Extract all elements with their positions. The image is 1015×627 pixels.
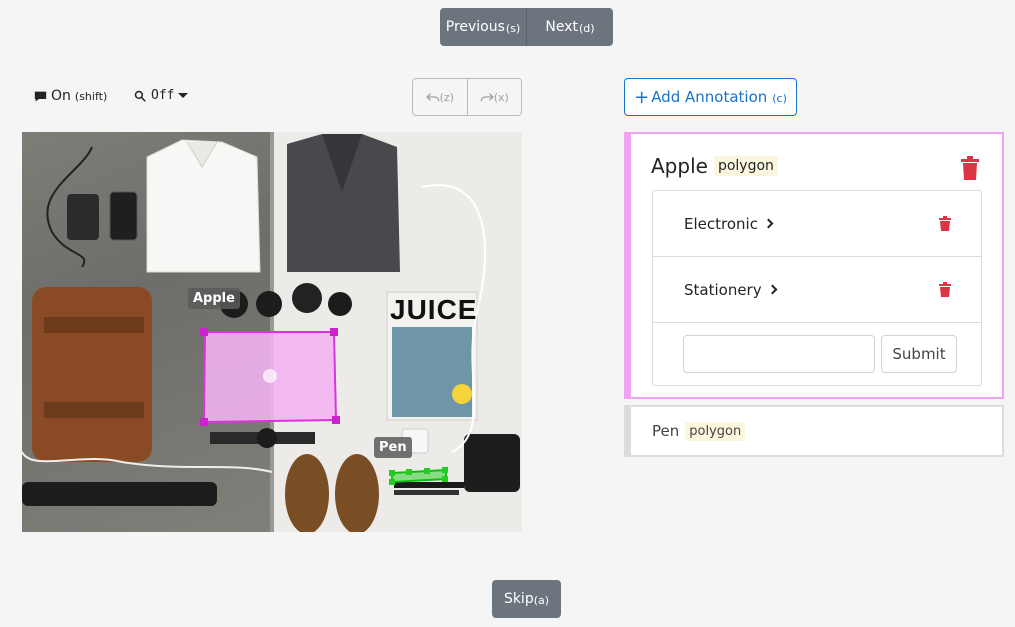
comment-icon (34, 91, 47, 101)
redo-button[interactable]: (x) (468, 79, 522, 115)
comment-toggle-label: On (51, 88, 71, 104)
add-annotation-button[interactable]: + Add Annotation (c) (624, 78, 797, 116)
annotation-type-badge: polygon (685, 421, 746, 441)
annotation-name: Apple (651, 154, 708, 178)
annotation-card-apple[interactable]: Apple polygon Electronic Stationery Subm… (624, 132, 1004, 399)
annotation-card-pen[interactable]: Pen polygon (624, 405, 1004, 457)
undo-icon (425, 93, 440, 102)
pen-polygon (391, 468, 447, 484)
boot-left (285, 454, 329, 532)
annotation-type-badge: polygon (713, 156, 778, 176)
category-label: Electronic (684, 214, 758, 233)
pen-object (394, 482, 464, 488)
chevron-right-icon (763, 218, 774, 229)
annotation-name: Pen (652, 422, 680, 440)
undo-button[interactable]: (z) (413, 79, 468, 115)
delete-category-icon[interactable] (939, 282, 951, 297)
delete-annotation-icon[interactable] (960, 156, 980, 180)
chevron-right-icon (767, 284, 778, 295)
skip-shortcut: (a) (533, 594, 550, 607)
delete-category-icon[interactable] (939, 216, 951, 231)
undo-shortcut: (z) (439, 90, 454, 104)
comment-toggle[interactable]: On (shift) (34, 88, 107, 104)
phone (109, 191, 138, 241)
comment-toggle-shortcut: (shift) (74, 89, 108, 103)
zoom-dropdown-value: Off (151, 88, 175, 103)
apple-label: Apple (188, 288, 240, 309)
camera-bag (464, 434, 520, 492)
lens (292, 283, 322, 313)
lens (328, 292, 352, 316)
annotation-canvas[interactable]: JUICE Apple Pen (22, 132, 522, 532)
boot-right (335, 454, 379, 532)
annotation-title: Apple polygon (651, 154, 778, 178)
category-input[interactable] (683, 335, 875, 373)
previous-label: Previous (445, 19, 505, 35)
power-bank (67, 194, 99, 240)
category-item-stationery[interactable]: Stationery (653, 257, 981, 323)
next-shortcut: (d) (579, 22, 595, 35)
next-label: Next (545, 19, 579, 35)
skip-button[interactable]: Skip (a) (492, 580, 561, 618)
search-icon (134, 90, 146, 102)
photo-objects (22, 134, 520, 532)
category-list: Electronic Stationery Submit (652, 190, 982, 386)
next-button[interactable]: Next (d) (527, 8, 613, 46)
pen-label: Pen (374, 437, 412, 458)
add-annotation-shortcut: (c) (772, 91, 787, 105)
chevron-down-icon (178, 93, 189, 98)
plus-icon: + (634, 86, 650, 108)
leather-bag (32, 287, 152, 462)
category-label: Stationery (684, 280, 762, 299)
zoom-dropdown[interactable]: Off (134, 88, 189, 103)
category-item-electronic[interactable]: Electronic (653, 191, 981, 257)
submit-button[interactable]: Submit (881, 335, 957, 373)
tripod (22, 482, 217, 506)
apple-logo (263, 369, 277, 383)
lens (256, 291, 282, 317)
nav-button-group: Previous (s) Next (d) (440, 8, 613, 46)
redo-shortcut: (x) (493, 90, 509, 104)
previous-shortcut: (s) (505, 22, 521, 35)
add-annotation-label: Add Annotation (651, 88, 768, 106)
redo-icon (480, 93, 494, 102)
previous-button[interactable]: Previous (s) (440, 8, 527, 46)
skip-label: Skip (503, 591, 534, 607)
magazine-title: JUICE (390, 294, 478, 325)
undo-redo-group: (z) (x) (412, 78, 522, 116)
